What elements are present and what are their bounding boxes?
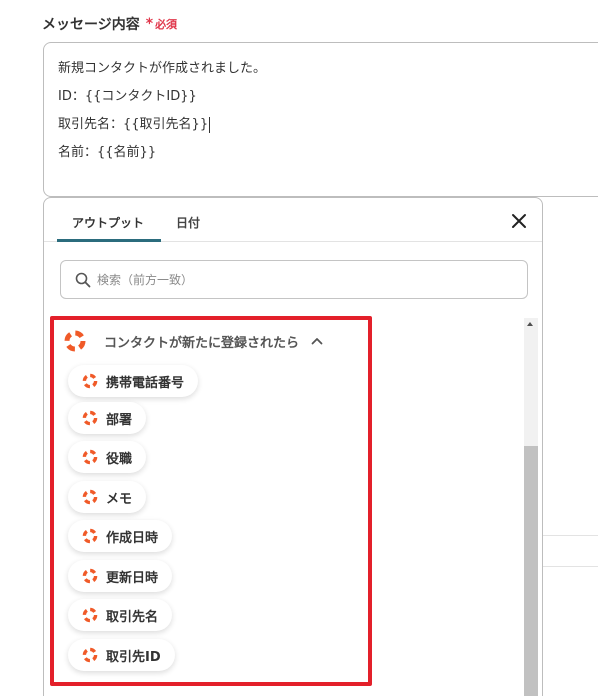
background-divider — [543, 535, 598, 536]
text-caret — [209, 116, 211, 133]
output-item-mobile[interactable]: 携帯電話番号 — [68, 365, 199, 397]
output-item-account-name[interactable]: 取引先名 — [68, 599, 173, 631]
output-item-department[interactable]: 部署 — [68, 402, 147, 434]
scrollbar-thumb[interactable] — [524, 446, 538, 696]
message-line-text: 取引先名：{{取引先名}} — [58, 117, 209, 132]
output-item-updated-at[interactable]: 更新日時 — [68, 560, 173, 592]
output-item-label: メモ — [106, 491, 133, 507]
field-label-text: メッセージ内容 — [42, 17, 140, 33]
output-item-label: 役職 — [106, 451, 133, 467]
lifebuoy-icon — [82, 449, 98, 465]
tab-date[interactable]: 日付 — [176, 214, 200, 231]
message-field-label: メッセージ内容 * 必須 — [42, 14, 177, 34]
message-line: 取引先名：{{取引先名}} — [58, 111, 598, 139]
lifebuoy-icon — [82, 607, 98, 623]
message-line: 名前：{{名前}} — [58, 145, 157, 160]
message-line: ID：{{コンタクトID}} — [58, 89, 197, 104]
output-item-position[interactable]: 役職 — [68, 441, 147, 473]
search-icon — [75, 272, 91, 287]
background-divider — [543, 566, 598, 567]
output-item-label: 作成日時 — [106, 530, 159, 546]
root: メッセージ内容 * 必須 新規コンタクトが作成されました。 ID：{{コンタクト… — [0, 0, 598, 696]
chevron-up-icon[interactable] — [311, 337, 323, 345]
variable-picker-panel: アウトプット 日付 検索（前方一致） コンタクトが新たに登録されたら 携帯電話番… — [43, 197, 543, 696]
output-item-memo[interactable]: メモ — [68, 481, 147, 513]
output-item-label: 携帯電話番号 — [106, 375, 185, 391]
output-item-account-id[interactable]: 取引先ID — [68, 639, 175, 671]
output-item-label: 取引先ID — [106, 649, 161, 665]
required-badge: 必須 — [155, 18, 178, 31]
lifebuoy-icon — [64, 330, 86, 352]
tab-bar: アウトプット 日付 — [44, 198, 542, 242]
message-line: 新規コンタクトが作成されました。 — [58, 61, 267, 76]
lifebuoy-icon — [82, 528, 98, 544]
lifebuoy-icon — [82, 647, 98, 663]
lifebuoy-icon — [82, 410, 98, 426]
trigger-group-header[interactable]: コンタクトが新たに登録されたら — [64, 328, 323, 354]
required-star: * — [145, 16, 154, 32]
tab-output[interactable]: アウトプット — [72, 214, 144, 231]
lifebuoy-icon — [82, 489, 98, 505]
lifebuoy-icon — [82, 373, 98, 389]
output-item-label: 取引先名 — [106, 609, 159, 625]
scroll-up-arrow[interactable] — [527, 322, 533, 326]
active-tab-indicator — [57, 239, 161, 242]
message-textarea[interactable]: 新規コンタクトが作成されました。 ID：{{コンタクトID}} 取引先名：{{取… — [43, 42, 598, 197]
group-title: コンタクトが新たに登録されたら — [104, 335, 300, 351]
output-item-label: 更新日時 — [106, 570, 159, 586]
lifebuoy-icon — [82, 568, 98, 584]
close-icon[interactable] — [510, 212, 528, 230]
output-item-created-at[interactable]: 作成日時 — [68, 520, 173, 552]
scrollbar[interactable] — [524, 318, 538, 696]
search-input[interactable]: 検索（前方一致） — [60, 260, 528, 299]
output-item-label: 部署 — [106, 412, 133, 428]
search-placeholder: 検索（前方一致） — [97, 273, 194, 287]
